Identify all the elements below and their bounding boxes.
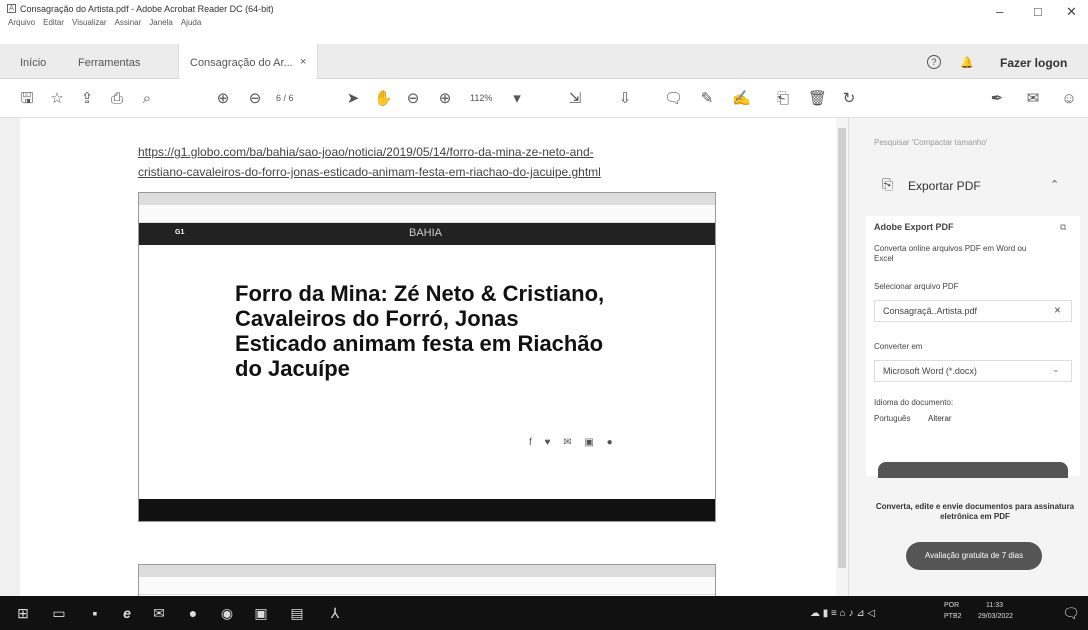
menu-arquivo[interactable]: Arquivo xyxy=(8,18,35,27)
page-indicator[interactable]: 6 / 6 xyxy=(276,93,294,103)
cursor-icon[interactable]: ➤ xyxy=(344,90,362,108)
tab-document-label: Consagração do Ar... xyxy=(190,57,293,69)
notifications-icon[interactable]: 🗨 xyxy=(1062,604,1080,622)
left-nav-collapsed[interactable] xyxy=(0,118,20,596)
start-icon[interactable]: ⊞ xyxy=(14,604,32,622)
embedded-screenshot: G1 BAHIA Forro da Mina: Zé Neto & Cristi… xyxy=(138,192,716,522)
bell-icon[interactable]: 🔔 xyxy=(960,56,974,69)
tab-close-icon[interactable]: × xyxy=(300,56,306,68)
promo-text: Converta, edite e envie documentos para … xyxy=(875,502,1075,521)
app-icon-2[interactable]: ● xyxy=(184,604,202,622)
copy-icon[interactable]: ⧉ xyxy=(1060,222,1066,233)
star-icon[interactable]: ☆ xyxy=(48,90,66,108)
tab-tools[interactable]: Ferramentas xyxy=(78,57,140,69)
user-icon[interactable]: ☺ xyxy=(1060,90,1078,108)
select-file-label: Selecionar arquivo PDF xyxy=(874,282,959,291)
edge-icon[interactable]: e xyxy=(118,604,136,622)
mail-icon[interactable]: ✉ xyxy=(1024,90,1042,108)
adobe-export-heading: Adobe Export PDF xyxy=(874,222,954,232)
tray-icons[interactable]: ☁ ▮ ≡ ⌂ ♪ ⊿ ◁ xyxy=(810,608,875,619)
highlight-icon[interactable]: ✎ xyxy=(698,90,716,108)
help-icon[interactable]: ? xyxy=(927,55,941,69)
window-title: Consagração do Artista.pdf - Adobe Acrob… xyxy=(20,4,274,14)
app-icon-1[interactable]: ▪ xyxy=(86,604,104,622)
article-link-line2[interactable]: cristiano-cavaleiros-do-forro-jonas-esti… xyxy=(138,165,601,179)
task-view-icon[interactable]: ▭ xyxy=(50,604,68,622)
zoom-in-icon[interactable]: ⊕ xyxy=(436,90,454,108)
tray-time[interactable]: 11:33 xyxy=(986,602,1003,609)
free-trial-button[interactable]: Avaliação gratuita de 7 dias xyxy=(906,542,1042,570)
tab-bar xyxy=(0,44,1088,79)
toolbar xyxy=(0,80,1088,118)
maximize-button[interactable]: □ xyxy=(1034,4,1042,19)
screenshot2-tab-strip xyxy=(139,565,715,577)
export-pdf-title[interactable]: Exportar PDF xyxy=(908,179,981,193)
screenshot-url-bar xyxy=(139,205,715,223)
menu-visualizar[interactable]: Visualizar xyxy=(72,18,107,27)
convert-button[interactable] xyxy=(878,462,1068,478)
next-page-icon[interactable]: ⊖ xyxy=(246,90,264,108)
menu-janela[interactable]: Janela xyxy=(149,18,173,27)
stamp-icon[interactable]: ⎗ xyxy=(774,90,792,108)
acrobat-app-icon: A xyxy=(7,4,16,13)
doc-language-value: Português xyxy=(874,414,911,423)
remove-file-icon[interactable]: × xyxy=(1054,303,1061,317)
tool-search-input[interactable]: Pesquisar 'Compactar tamanho' xyxy=(874,138,1074,152)
app-icon-3[interactable]: ▣ xyxy=(252,604,270,622)
search-icon[interactable]: ⌕ xyxy=(138,90,156,108)
app-icon-4[interactable]: ▤ xyxy=(288,604,306,622)
document-scroll-thumb[interactable] xyxy=(838,128,846,568)
mail-app-icon[interactable]: ✉ xyxy=(150,604,168,622)
chrome-icon[interactable]: ◉ xyxy=(218,604,236,622)
upload-icon[interactable]: ⇪ xyxy=(78,90,96,108)
close-window-button[interactable]: ✕ xyxy=(1066,4,1077,20)
doc-language-label: Idioma do documento: xyxy=(874,398,954,407)
page-current[interactable]: 6 xyxy=(276,93,281,103)
article-link-line1[interactable]: https://g1.globo.com/ba/bahia/sao-joao/n… xyxy=(138,145,594,159)
screenshot-tab-strip xyxy=(139,193,715,205)
login-button[interactable]: Fazer logon xyxy=(1000,56,1067,70)
menu-bar: Arquivo Editar Visualizar Assinar Janela… xyxy=(8,18,201,27)
zoom-level[interactable]: 112% xyxy=(470,93,492,103)
collapse-chevron-icon[interactable]: ⌃ xyxy=(1050,178,1059,191)
screenshot2-url-bar xyxy=(139,577,715,595)
change-language-link[interactable]: Alterar xyxy=(928,414,952,423)
rotate-icon[interactable]: ↻ xyxy=(840,90,858,108)
acrobat-taskbar-icon[interactable]: ⅄ xyxy=(326,604,344,622)
tray-date[interactable]: 29/03/2022 xyxy=(978,613,1013,620)
tray-lang[interactable]: POR xyxy=(944,602,959,609)
sign-icon[interactable]: ✒ xyxy=(988,90,1006,108)
fit-page-icon[interactable]: ⇲ xyxy=(566,90,584,108)
screenshot-share-icons: f ♥ ✉ ▣ ● xyxy=(529,437,618,448)
convert-to-label: Converter em xyxy=(874,342,923,351)
menu-editar[interactable]: Editar xyxy=(43,18,64,27)
tab-home[interactable]: Início xyxy=(20,57,46,69)
minimize-button[interactable]: – xyxy=(996,4,1003,19)
hand-icon[interactable]: ✋ xyxy=(374,90,393,108)
chevron-down-icon[interactable]: ▾ xyxy=(508,90,526,108)
zoom-out-icon[interactable]: ⊖ xyxy=(404,90,422,108)
prev-page-icon[interactable]: ⊕ xyxy=(214,90,232,108)
tray-lang2[interactable]: PTB2 xyxy=(944,613,962,620)
delete-icon[interactable]: 🗑 xyxy=(808,90,827,108)
screenshot-site-nav: G1 BAHIA xyxy=(139,223,715,245)
draw-icon[interactable]: ✍ xyxy=(732,90,751,108)
scroll-mode-icon[interactable]: ⇩ xyxy=(616,90,634,108)
page-total: / 6 xyxy=(283,93,294,103)
screenshot-taskbar xyxy=(139,499,715,521)
save-icon[interactable]: 🖫 xyxy=(18,90,36,108)
export-pdf-icon: ⎘ xyxy=(882,176,894,192)
menu-ajuda[interactable]: Ajuda xyxy=(181,18,201,27)
export-description: Converta online arquivos PDF em Word ou … xyxy=(874,244,1027,263)
select-chevron-down-icon[interactable]: ⌄ xyxy=(1052,364,1060,375)
comment-icon[interactable]: 🗨 xyxy=(664,90,683,108)
screenshot-g1-logo: G1 xyxy=(175,229,185,236)
selected-file-field[interactable]: Consagraçã..Artista.pdf xyxy=(874,300,1072,322)
screenshot-section-title: BAHIA xyxy=(409,227,443,239)
menu-assinar[interactable]: Assinar xyxy=(115,18,142,27)
print-icon[interactable]: ⎙ xyxy=(108,90,126,108)
convert-format-select[interactable]: Microsoft Word (*.docx) xyxy=(874,360,1072,382)
screenshot-headline: Forro da Mina: Zé Neto & Cristiano, Cava… xyxy=(235,281,605,381)
